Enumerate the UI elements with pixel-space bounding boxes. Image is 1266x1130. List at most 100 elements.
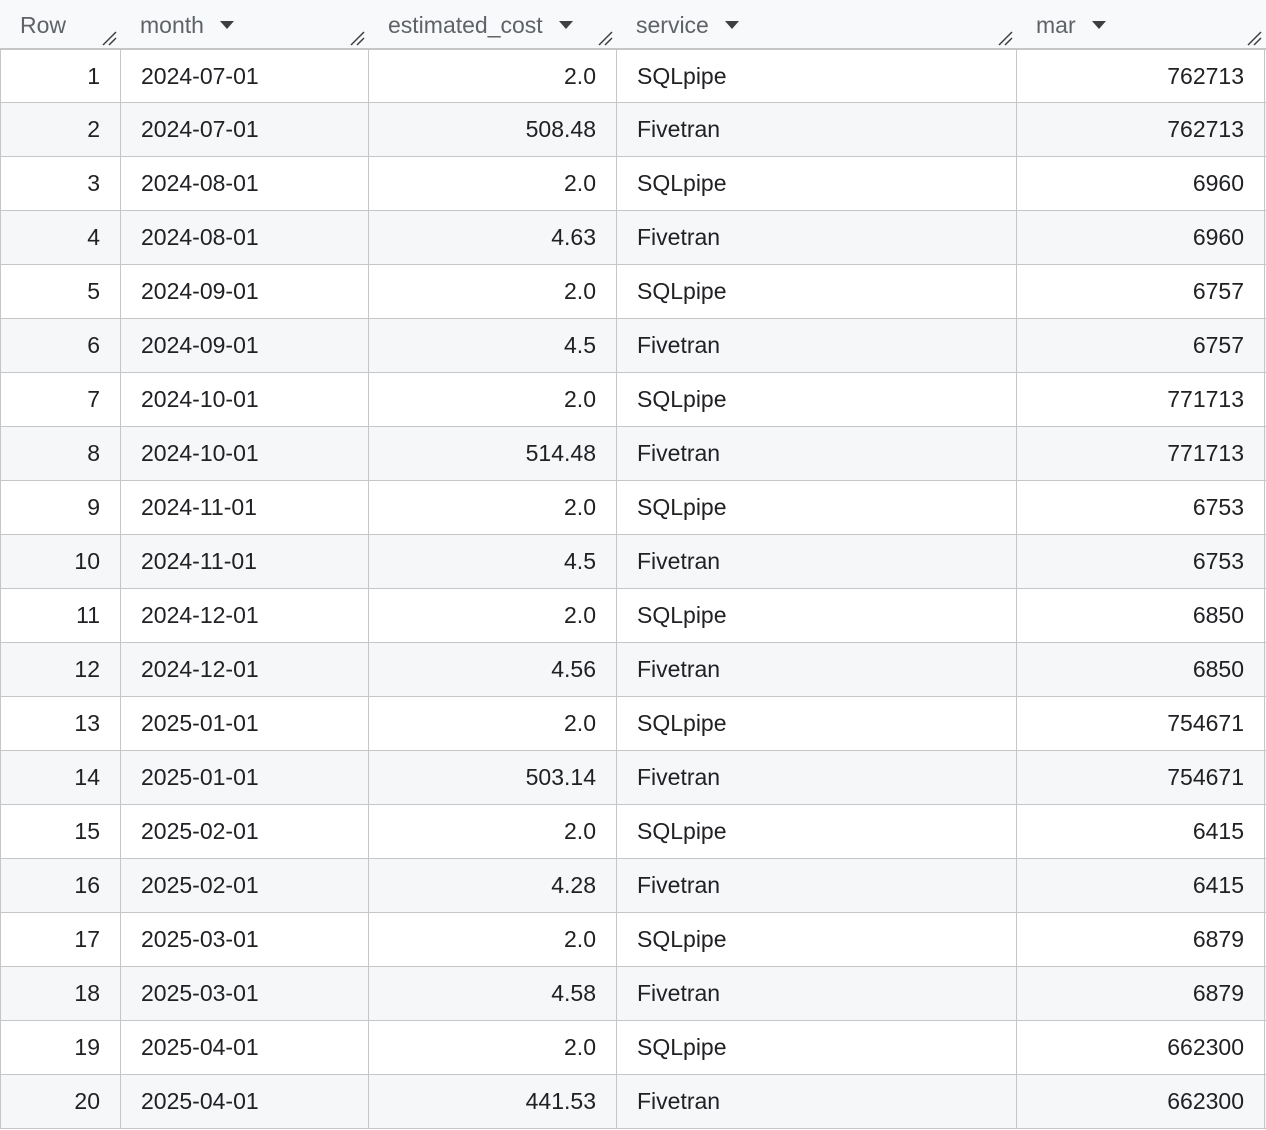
cell-mar[interactable]: 662300 bbox=[1016, 1075, 1265, 1128]
cell-estimated-cost[interactable]: 514.48 bbox=[368, 427, 616, 480]
table-row[interactable]: 14 2025-01-01 503.14 Fivetran 754671 bbox=[0, 751, 1266, 805]
cell-month[interactable]: 2024-09-01 bbox=[120, 265, 368, 318]
cell-row-number[interactable]: 7 bbox=[0, 373, 120, 426]
cell-mar[interactable]: 6960 bbox=[1016, 211, 1265, 264]
cell-estimated-cost[interactable]: 2.0 bbox=[368, 373, 616, 426]
cell-month[interactable]: 2024-10-01 bbox=[120, 427, 368, 480]
cell-service[interactable]: Fivetran bbox=[616, 103, 1016, 156]
column-resize-icon[interactable] bbox=[597, 30, 613, 46]
cell-estimated-cost[interactable]: 4.56 bbox=[368, 643, 616, 696]
cell-month[interactable]: 2025-04-01 bbox=[120, 1021, 368, 1074]
table-row[interactable]: 2 2024-07-01 508.48 Fivetran 762713 bbox=[0, 103, 1266, 157]
table-row[interactable]: 16 2025-02-01 4.28 Fivetran 6415 bbox=[0, 859, 1266, 913]
cell-estimated-cost[interactable]: 441.53 bbox=[368, 1075, 616, 1128]
cell-mar[interactable]: 762713 bbox=[1016, 103, 1265, 156]
cell-service[interactable]: SQLpipe bbox=[616, 157, 1016, 210]
cell-month[interactable]: 2024-12-01 bbox=[120, 643, 368, 696]
cell-mar[interactable]: 6757 bbox=[1016, 319, 1265, 372]
table-row[interactable]: 3 2024-08-01 2.0 SQLpipe 6960 bbox=[0, 157, 1266, 211]
cell-service[interactable]: SQLpipe bbox=[616, 589, 1016, 642]
cell-month[interactable]: 2024-12-01 bbox=[120, 589, 368, 642]
cell-service[interactable]: SQLpipe bbox=[616, 805, 1016, 858]
column-resize-icon[interactable] bbox=[997, 30, 1013, 46]
caret-down-icon[interactable] bbox=[724, 21, 739, 29]
cell-service[interactable]: Fivetran bbox=[616, 643, 1016, 696]
cell-estimated-cost[interactable]: 4.5 bbox=[368, 535, 616, 588]
cell-row-number[interactable]: 3 bbox=[0, 157, 120, 210]
cell-row-number[interactable]: 13 bbox=[0, 697, 120, 750]
cell-row-number[interactable]: 18 bbox=[0, 967, 120, 1020]
cell-month[interactable]: 2025-01-01 bbox=[120, 751, 368, 804]
table-row[interactable]: 15 2025-02-01 2.0 SQLpipe 6415 bbox=[0, 805, 1266, 859]
table-row[interactable]: 4 2024-08-01 4.63 Fivetran 6960 bbox=[0, 211, 1266, 265]
cell-mar[interactable]: 6850 bbox=[1016, 589, 1265, 642]
cell-row-number[interactable]: 20 bbox=[0, 1075, 120, 1128]
caret-down-icon[interactable] bbox=[219, 21, 234, 29]
table-row[interactable]: 5 2024-09-01 2.0 SQLpipe 6757 bbox=[0, 265, 1266, 319]
cell-month[interactable]: 2024-09-01 bbox=[120, 319, 368, 372]
table-row[interactable]: 8 2024-10-01 514.48 Fivetran 771713 bbox=[0, 427, 1266, 481]
cell-month[interactable]: 2025-02-01 bbox=[120, 805, 368, 858]
cell-row-number[interactable]: 16 bbox=[0, 859, 120, 912]
cell-month[interactable]: 2025-04-01 bbox=[120, 1075, 368, 1128]
table-row[interactable]: 20 2025-04-01 441.53 Fivetran 662300 bbox=[0, 1075, 1266, 1129]
cell-mar[interactable]: 6753 bbox=[1016, 535, 1265, 588]
cell-mar[interactable]: 6753 bbox=[1016, 481, 1265, 534]
cell-service[interactable]: SQLpipe bbox=[616, 265, 1016, 318]
cell-service[interactable]: SQLpipe bbox=[616, 50, 1016, 102]
cell-month[interactable]: 2024-08-01 bbox=[120, 211, 368, 264]
cell-mar[interactable]: 762713 bbox=[1016, 50, 1265, 102]
cell-estimated-cost[interactable]: 2.0 bbox=[368, 913, 616, 966]
cell-service[interactable]: Fivetran bbox=[616, 1075, 1016, 1128]
cell-row-number[interactable]: 14 bbox=[0, 751, 120, 804]
cell-month[interactable]: 2024-07-01 bbox=[120, 50, 368, 102]
cell-row-number[interactable]: 4 bbox=[0, 211, 120, 264]
column-header-service[interactable]: service bbox=[616, 0, 1016, 48]
cell-service[interactable]: SQLpipe bbox=[616, 913, 1016, 966]
cell-mar[interactable]: 771713 bbox=[1016, 373, 1265, 426]
cell-service[interactable]: Fivetran bbox=[616, 535, 1016, 588]
cell-row-number[interactable]: 11 bbox=[0, 589, 120, 642]
cell-row-number[interactable]: 9 bbox=[0, 481, 120, 534]
cell-estimated-cost[interactable]: 2.0 bbox=[368, 157, 616, 210]
column-header-estimated-cost[interactable]: estimated_cost bbox=[368, 0, 616, 48]
cell-month[interactable]: 2025-03-01 bbox=[120, 967, 368, 1020]
table-row[interactable]: 6 2024-09-01 4.5 Fivetran 6757 bbox=[0, 319, 1266, 373]
cell-estimated-cost[interactable]: 2.0 bbox=[368, 697, 616, 750]
column-resize-icon[interactable] bbox=[101, 30, 117, 46]
cell-estimated-cost[interactable]: 508.48 bbox=[368, 103, 616, 156]
cell-estimated-cost[interactable]: 2.0 bbox=[368, 481, 616, 534]
cell-estimated-cost[interactable]: 2.0 bbox=[368, 805, 616, 858]
cell-service[interactable]: Fivetran bbox=[616, 751, 1016, 804]
cell-row-number[interactable]: 5 bbox=[0, 265, 120, 318]
cell-month[interactable]: 2024-11-01 bbox=[120, 535, 368, 588]
cell-month[interactable]: 2024-11-01 bbox=[120, 481, 368, 534]
cell-row-number[interactable]: 10 bbox=[0, 535, 120, 588]
cell-row-number[interactable]: 12 bbox=[0, 643, 120, 696]
table-row[interactable]: 19 2025-04-01 2.0 SQLpipe 662300 bbox=[0, 1021, 1266, 1075]
table-row[interactable]: 7 2024-10-01 2.0 SQLpipe 771713 bbox=[0, 373, 1266, 427]
cell-service[interactable]: SQLpipe bbox=[616, 373, 1016, 426]
column-header-mar[interactable]: mar bbox=[1016, 0, 1265, 48]
cell-row-number[interactable]: 8 bbox=[0, 427, 120, 480]
caret-down-icon[interactable] bbox=[1091, 21, 1106, 29]
cell-service[interactable]: Fivetran bbox=[616, 859, 1016, 912]
cell-mar[interactable]: 6757 bbox=[1016, 265, 1265, 318]
cell-row-number[interactable]: 17 bbox=[0, 913, 120, 966]
cell-mar[interactable]: 662300 bbox=[1016, 1021, 1265, 1074]
column-resize-icon[interactable] bbox=[1246, 30, 1262, 46]
cell-estimated-cost[interactable]: 4.58 bbox=[368, 967, 616, 1020]
cell-estimated-cost[interactable]: 2.0 bbox=[368, 50, 616, 102]
column-resize-icon[interactable] bbox=[349, 30, 365, 46]
cell-service[interactable]: Fivetran bbox=[616, 211, 1016, 264]
cell-estimated-cost[interactable]: 2.0 bbox=[368, 589, 616, 642]
table-row[interactable]: 13 2025-01-01 2.0 SQLpipe 754671 bbox=[0, 697, 1266, 751]
cell-month[interactable]: 2024-08-01 bbox=[120, 157, 368, 210]
cell-service[interactable]: SQLpipe bbox=[616, 1021, 1016, 1074]
cell-service[interactable]: Fivetran bbox=[616, 319, 1016, 372]
cell-estimated-cost[interactable]: 2.0 bbox=[368, 265, 616, 318]
table-row[interactable]: 11 2024-12-01 2.0 SQLpipe 6850 bbox=[0, 589, 1266, 643]
cell-estimated-cost[interactable]: 4.63 bbox=[368, 211, 616, 264]
cell-month[interactable]: 2024-07-01 bbox=[120, 103, 368, 156]
table-row[interactable]: 10 2024-11-01 4.5 Fivetran 6753 bbox=[0, 535, 1266, 589]
